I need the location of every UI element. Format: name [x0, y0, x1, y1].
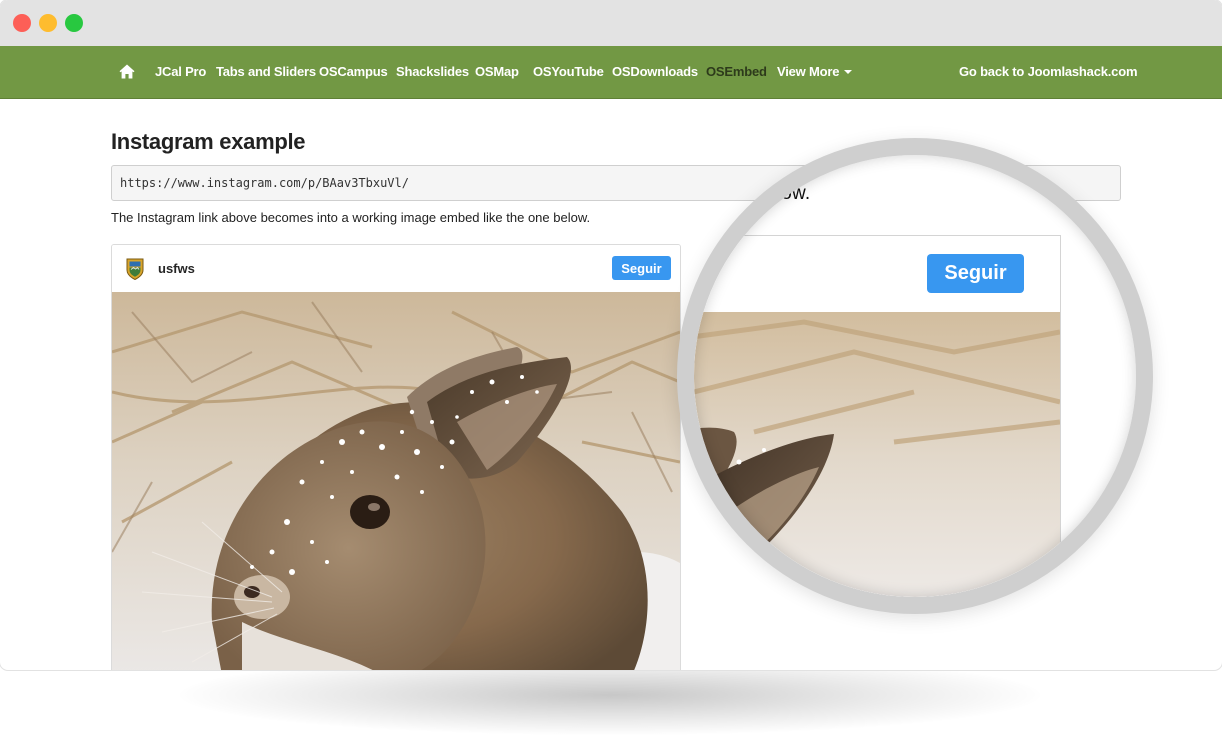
view-more-label: View More [777, 64, 840, 79]
nav-item-oscampus[interactable]: OSCampus [319, 46, 388, 98]
magnified-follow-button[interactable]: Seguir [927, 254, 1024, 293]
rabbit-photo[interactable] [112, 292, 680, 670]
magnified-rabbit-photo [694, 312, 1060, 597]
nav-item-osmap[interactable]: OSMap [475, 46, 519, 98]
nav-item-osembed[interactable]: OSEmbed [706, 46, 767, 98]
instagram-username[interactable]: usfws [158, 245, 195, 292]
magnifier-view: elow. Seguir [694, 155, 1136, 597]
close-window-button[interactable] [13, 14, 31, 32]
go-back-link[interactable]: Go back to Joomlashack.com [959, 46, 1138, 98]
description-text: The Instagram link above becomes into a … [111, 210, 591, 225]
home-icon[interactable] [119, 64, 135, 79]
nav-item-jcal-pro[interactable]: JCal Pro [155, 46, 206, 98]
follow-button[interactable]: Seguir [612, 256, 671, 280]
window-titlebar [0, 0, 1222, 46]
magnifier-lens: elow. Seguir [677, 138, 1153, 614]
minimize-window-button[interactable] [39, 14, 57, 32]
url-text: https://www.instagram.com/p/BAav3TbxuVl/ [120, 176, 409, 190]
site-navbar: JCal Pro Tabs and Sliders OSCampus Shack… [0, 46, 1222, 99]
chevron-down-icon [844, 69, 853, 74]
nav-item-osdownloads[interactable]: OSDownloads [612, 46, 698, 98]
nav-item-shackslides[interactable]: Shackslides [396, 46, 469, 98]
usfws-shield-avatar[interactable] [125, 258, 145, 280]
nav-item-view-more[interactable]: View More [777, 46, 853, 98]
page-title: Instagram example [111, 129, 306, 154]
nav-item-osyoutube[interactable]: OSYouTube [533, 46, 604, 98]
maximize-window-button[interactable] [65, 14, 83, 32]
magnified-description-text: elow. [766, 183, 811, 204]
nav-item-tabs-and-sliders[interactable]: Tabs and Sliders [216, 46, 316, 98]
instagram-embed: usfws Seguir [111, 244, 681, 670]
instagram-header: usfws Seguir [112, 245, 680, 292]
